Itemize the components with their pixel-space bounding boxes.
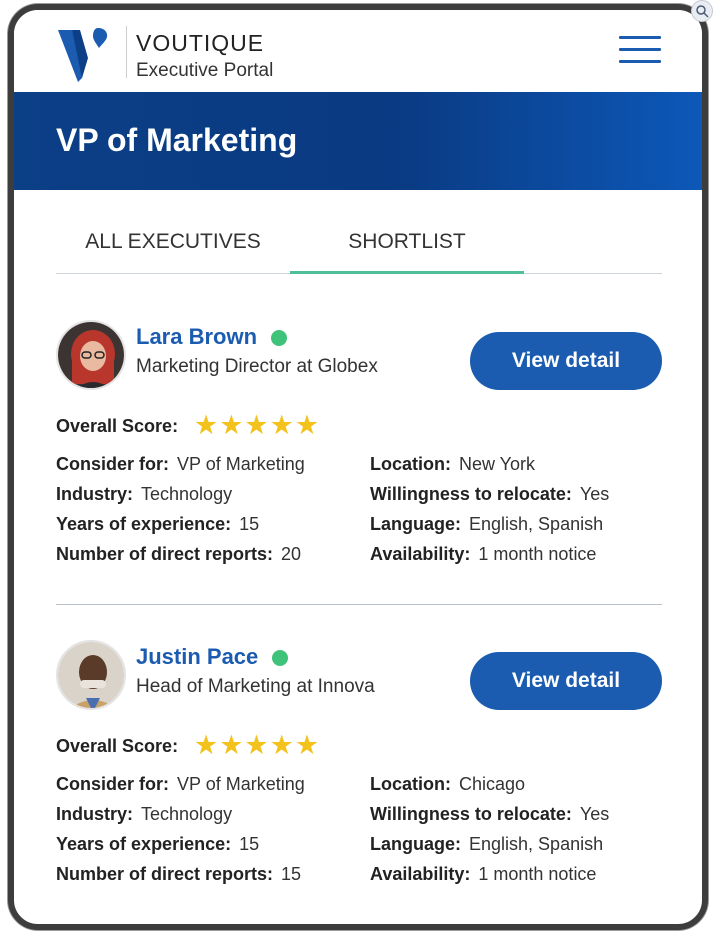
- avatar: [56, 640, 126, 710]
- field-relocate: Willingness to relocate: Yes: [370, 484, 610, 504]
- field-direct-reports: Number of direct reports: 15: [56, 864, 302, 884]
- tab-shortlist[interactable]: SHORTLIST: [290, 230, 524, 274]
- app-header: VOUTIQUE Executive Portal: [14, 10, 702, 92]
- star-rating-icon: ★★★★★: [194, 410, 321, 440]
- hamburger-menu-icon[interactable]: [619, 36, 661, 70]
- field-availability: Availability: 1 month notice: [370, 544, 597, 564]
- phone-frame: VOUTIQUE Executive Portal VP of Marketin…: [8, 4, 708, 930]
- page-banner: VP of Marketing: [14, 92, 702, 190]
- avatar: [56, 320, 126, 390]
- field-direct-reports: Number of direct reports: 20: [56, 544, 302, 564]
- zoom-icon[interactable]: [691, 0, 713, 22]
- field-language: Language: English, Spanish: [370, 834, 604, 854]
- card-divider: [56, 604, 662, 605]
- field-location: Location: Chicago: [370, 774, 526, 794]
- candidate-name[interactable]: Lara Brown: [136, 324, 257, 350]
- logo-divider: [126, 26, 127, 78]
- field-relocate: Willingness to relocate: Yes: [370, 804, 610, 824]
- online-status-dot: [271, 330, 287, 346]
- view-detail-button[interactable]: View detail: [470, 332, 662, 390]
- candidate-card: Justin Pace Head of Marketing at Innova …: [56, 640, 662, 900]
- overall-score-label: Overall Score:: [56, 416, 179, 436]
- field-years-experience: Years of experience: 15: [56, 834, 260, 854]
- field-language: Language: English, Spanish: [370, 514, 604, 534]
- voutique-logo: [58, 24, 112, 89]
- tab-all-executives[interactable]: ALL EXECUTIVES: [56, 230, 290, 274]
- brand-name: VOUTIQUE: [136, 30, 265, 56]
- field-consider-for: Consider for: VP of Marketing: [56, 774, 305, 794]
- candidate-card: Lara Brown Marketing Director at Globex …: [56, 320, 662, 580]
- field-industry: Industry: Technology: [56, 804, 233, 824]
- candidate-name[interactable]: Justin Pace: [136, 644, 258, 670]
- field-location: Location: New York: [370, 454, 536, 474]
- field-years-experience: Years of experience: 15: [56, 514, 260, 534]
- star-rating-icon: ★★★★★: [194, 730, 321, 760]
- view-detail-button[interactable]: View detail: [470, 652, 662, 710]
- online-status-dot: [272, 650, 288, 666]
- candidate-title: Head of Marketing at Innova: [136, 676, 375, 697]
- brand-subtitle: Executive Portal: [136, 60, 274, 81]
- field-consider-for: Consider for: VP of Marketing: [56, 454, 305, 474]
- tab-bar: ALL EXECUTIVES SHORTLIST: [56, 230, 662, 274]
- field-industry: Industry: Technology: [56, 484, 233, 504]
- candidate-title: Marketing Director at Globex: [136, 356, 378, 377]
- page-title: VP of Marketing: [56, 122, 298, 158]
- field-availability: Availability: 1 month notice: [370, 864, 597, 884]
- overall-score-label: Overall Score:: [56, 736, 179, 756]
